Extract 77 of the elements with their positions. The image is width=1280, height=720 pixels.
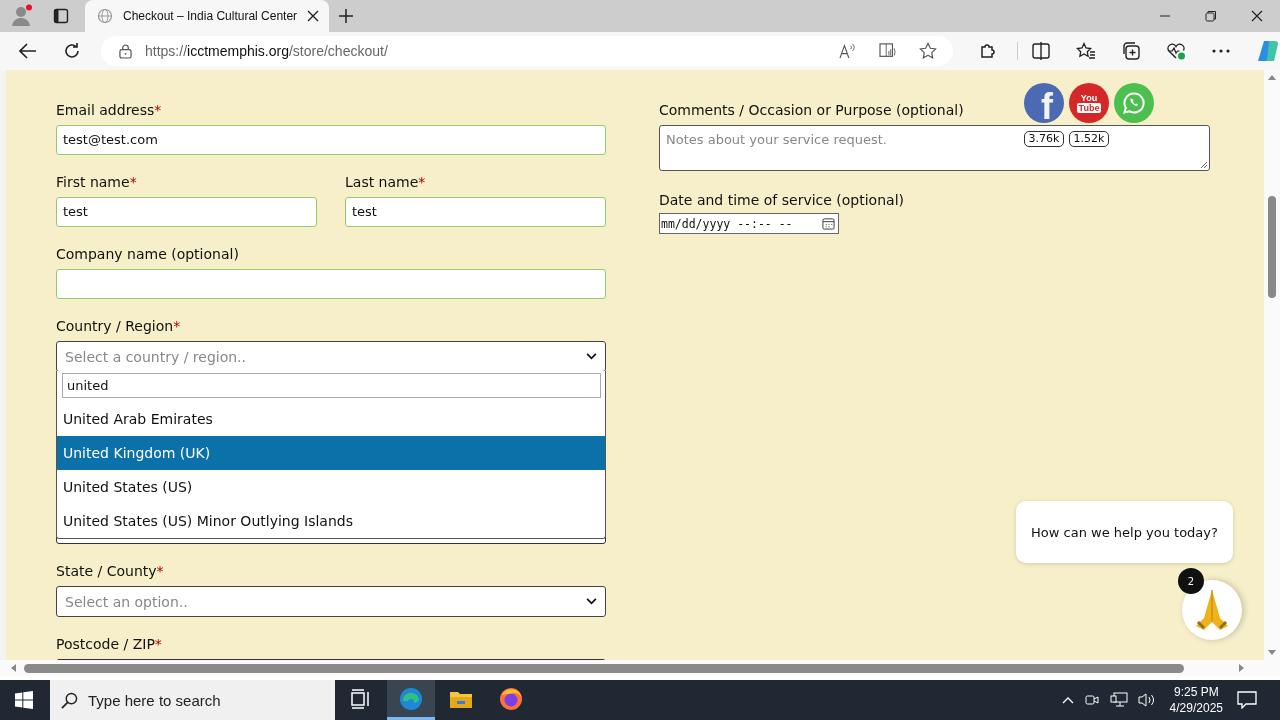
field-label: State / County* [56,562,165,581]
scroll-up-icon[interactable] [1268,74,1276,80]
close-icon[interactable] [1251,10,1263,22]
input-field[interactable]: test [345,197,606,227]
dropdown-option[interactable]: United Arab Emirates [57,402,605,436]
read-aloud-icon[interactable] [839,43,857,59]
dropdown-option[interactable]: United States (US) [57,470,605,504]
select-field[interactable]: Select an option.. [56,586,606,617]
windows-start-icon[interactable] [15,691,33,709]
scroll-right-icon[interactable] [1239,664,1245,672]
back-icon[interactable] [19,42,37,60]
chevron-up-icon[interactable] [1061,696,1074,704]
field-label: Email address* [56,101,163,120]
task-view-icon [351,688,371,709]
firefox-icon [499,686,523,711]
camera-icon[interactable] [1083,692,1100,708]
select-field[interactable]: Select a country / region.. [56,341,606,372]
share-count: 3.76k [1023,131,1065,147]
youtube-button[interactable]: You Tube [1069,83,1109,123]
chat-message: How can we help you today? [1031,524,1218,540]
refresh-icon[interactable] [63,42,81,60]
chevron-down-icon [586,598,597,605]
clock-time: 9:25 PM [1173,684,1219,700]
reader-view-icon[interactable] [879,43,897,59]
tab-title: Checkout – India Cultural Center [123,9,299,23]
restore-icon[interactable] [1205,10,1217,22]
address-bar[interactable]: https://icctmemphis.org/store/checkout/ [101,36,953,66]
taskbar-search-field[interactable]: Type here to search [50,680,335,720]
scrollbar-thumb[interactable] [24,663,1184,673]
copilot-icon[interactable] [1256,39,1280,63]
favorites-icon[interactable] [1076,42,1096,60]
search-icon [61,691,78,709]
url-text: https://icctmemphis.org/store/checkout/ [145,43,388,59]
field-label: Last name* [345,173,427,192]
scrollbar-thumb[interactable] [1268,196,1276,298]
heart-pulse-icon[interactable] [1166,42,1186,60]
calendar-icon[interactable] [822,217,835,230]
profile-icon[interactable] [10,4,34,28]
close-icon[interactable] [307,10,319,22]
network-icon[interactable] [1109,692,1128,708]
field-label: First name* [56,173,138,192]
taskbar-app[interactable] [387,680,435,720]
puzzle-icon[interactable] [979,42,997,60]
facebook-button[interactable]: f [1024,83,1064,123]
dropdown-option[interactable]: United States (US) Minor Outlying Islands [57,504,605,538]
phone-bubble-icon [1122,91,1146,115]
edge-browser-icon [399,686,423,711]
dropdown-option[interactable]: United Kingdom (UK) [57,436,605,470]
field-label: Postcode / ZIP* [56,635,163,654]
scroll-down-icon[interactable] [1268,650,1276,656]
new-tab-icon[interactable] [339,9,353,23]
star-icon[interactable] [919,42,937,60]
clock-date: 4/29/2025 [1169,700,1223,716]
share-count: 1.52k [1068,131,1110,147]
input-field[interactable]: test@test.com [56,125,606,155]
collections-icon[interactable] [1122,42,1140,60]
split-screen-icon[interactable] [1032,42,1050,60]
notifications-icon[interactable] [1237,691,1257,709]
notification-badge: 2 [1178,568,1204,594]
chevron-down-icon [586,353,597,360]
field-label: Country / Region* [56,317,182,336]
input-field[interactable]: test [56,197,317,227]
tab-actions-icon[interactable] [53,8,69,24]
speaker-icon[interactable] [1137,692,1156,708]
more-icon[interactable] [1212,49,1230,53]
lock-icon [119,43,132,59]
date-time-field[interactable]: mm/dd/yyyy --:-- -- [659,213,839,234]
field-label: Date and time of service (optional) [659,191,904,210]
field-label: Comments / Occasion or Purpose (optional) [659,101,964,120]
field-label: Company name (optional) [56,245,240,264]
browser-tab[interactable]: Checkout – India Cultural Center [85,0,329,32]
input-field[interactable] [56,269,606,299]
scroll-left-icon[interactable] [10,664,16,672]
horizontal-scrollbar[interactable] [0,660,1280,676]
search-field[interactable]: united [62,373,601,398]
resize-handle-icon[interactable] [1200,161,1208,169]
globe-icon [97,8,113,24]
